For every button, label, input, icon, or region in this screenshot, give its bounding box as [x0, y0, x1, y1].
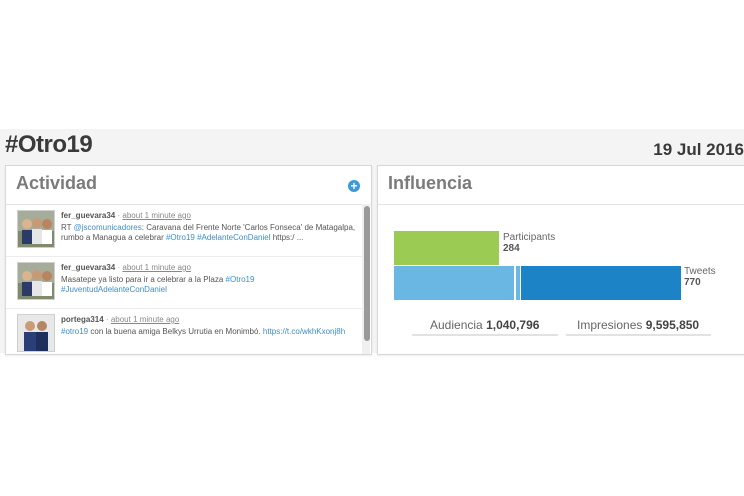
panel-divider	[378, 204, 744, 205]
tweets-bar-dark	[521, 266, 681, 300]
tweet-link[interactable]: https://t.co/wkhKxonj8h	[263, 327, 345, 336]
date-label: 19 Jul 2016	[653, 140, 744, 159]
tweet-link[interactable]: #AdelanteConDaniel	[197, 233, 270, 242]
tweet-text-part: Masatepe ya listo para ir a celebrar a l…	[61, 275, 226, 284]
tweet-text-part: https:/ ...	[270, 233, 304, 242]
hashtag-title: #Otro19	[5, 131, 93, 158]
actividad-panel: Actividad + fer_guevara34 · about 1 minu…	[5, 165, 372, 355]
tweet-text: RT @jscomunicadores: Caravana del Frente…	[61, 223, 358, 243]
separator: ·	[117, 263, 121, 272]
timestamp[interactable]: about 1 minute ago	[111, 315, 180, 324]
influencia-title: Influencia	[388, 173, 473, 193]
tweet-text-part: RT	[61, 223, 74, 232]
tweet-text: Masatepe ya listo para ir a celebrar a l…	[61, 275, 358, 295]
tweets-bar-segment	[516, 266, 520, 300]
impresiones-underline	[566, 334, 711, 336]
tweet-meta: fer_guevara34 · about 1 minute ago	[61, 211, 191, 220]
audiencia-value: 1,040,796	[486, 318, 540, 332]
separator: ·	[117, 211, 121, 220]
participants-label: Participants	[503, 232, 556, 243]
avatar	[17, 314, 55, 352]
audiencia-label: Audiencia	[430, 318, 483, 332]
influencia-panel: Influencia Participants 284 Tweets 770 A…	[377, 165, 744, 355]
tweets-label: Tweets	[684, 266, 716, 277]
tweet-link[interactable]: #Otro19	[226, 275, 255, 284]
scrollbar-thumb[interactable]	[364, 206, 370, 341]
tweet-link[interactable]: #JuventudAdelanteConDaniel	[61, 285, 167, 294]
avatar	[17, 210, 55, 248]
tweet-meta: fer_guevara34 · about 1 minute ago	[61, 263, 191, 272]
timestamp[interactable]: about 1 minute ago	[122, 211, 191, 220]
audiencia-underline	[412, 334, 558, 336]
tweet-link[interactable]: #Otro19	[166, 233, 195, 242]
list-item[interactable]: fer_guevara34 · about 1 minute ago RT @j…	[6, 205, 362, 257]
tweets-value: 770	[684, 277, 701, 288]
impresiones-value: 9,595,850	[645, 318, 700, 332]
tweet-text: #otro19 con la buena amiga Belkys Urruti…	[61, 327, 358, 337]
avatar	[17, 262, 55, 300]
actividad-title: Actividad	[16, 173, 98, 193]
tweet-meta: portega314 · about 1 minute ago	[61, 315, 179, 324]
impresiones-label: Impresiones	[577, 318, 643, 332]
plus-circle-icon[interactable]: +	[348, 180, 360, 192]
timestamp[interactable]: about 1 minute ago	[122, 263, 191, 272]
impresiones-stat: Impresiones 9,595,850	[577, 318, 699, 332]
username[interactable]: portega314	[61, 315, 104, 324]
tweets-bar-light	[394, 266, 514, 300]
participants-value: 284	[503, 243, 520, 254]
username[interactable]: fer_guevara34	[61, 263, 115, 272]
tweet-text-part: con la buena amiga Belkys Urrutia en Mon…	[88, 327, 263, 336]
tweet-link[interactable]: @jscomunicadores	[74, 223, 142, 232]
separator: ·	[105, 315, 109, 324]
audiencia-stat: Audiencia 1,040,796	[430, 318, 539, 332]
list-item[interactable]: portega314 · about 1 minute ago #otro19 …	[6, 309, 362, 354]
list-item[interactable]: fer_guevara34 · about 1 minute ago Masat…	[6, 257, 362, 309]
username[interactable]: fer_guevara34	[61, 211, 115, 220]
participants-bar	[394, 231, 499, 265]
tweet-link[interactable]: #otro19	[61, 327, 88, 336]
